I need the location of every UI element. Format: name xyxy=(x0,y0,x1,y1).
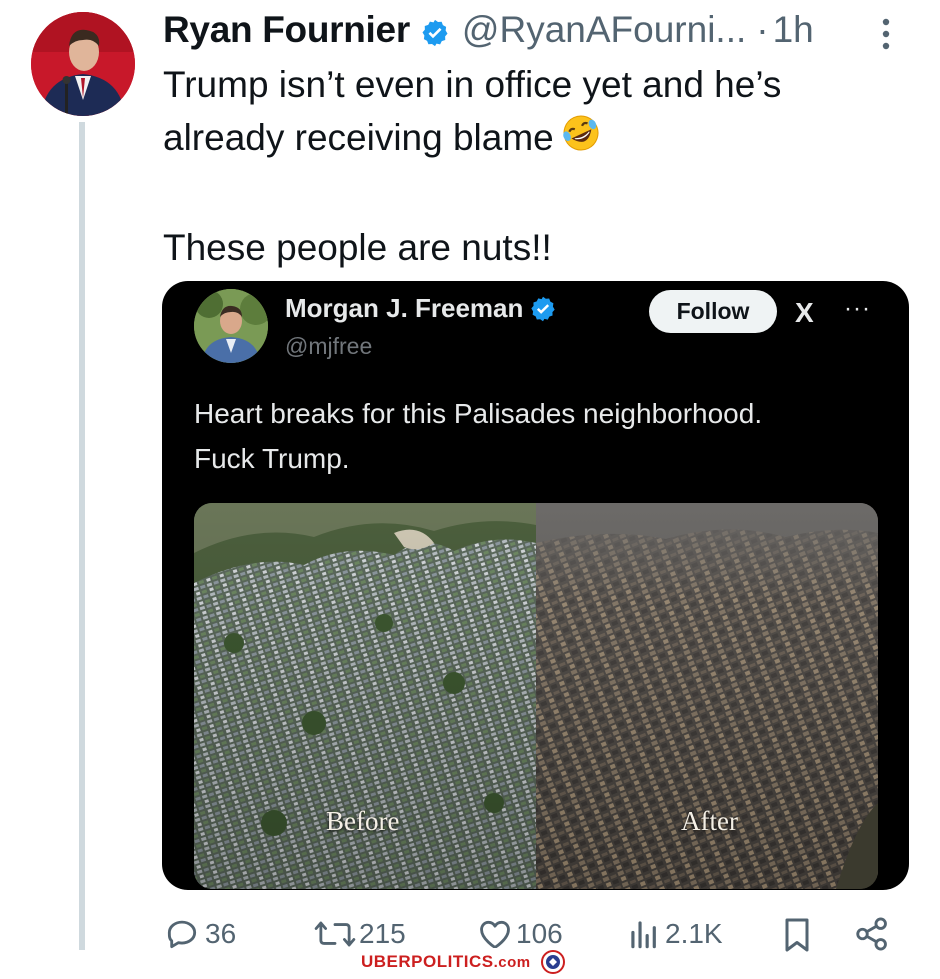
views-button[interactable]: 2.1K xyxy=(625,915,723,953)
author-avatar[interactable] xyxy=(31,12,135,116)
bookmark-button[interactable] xyxy=(780,915,814,955)
watermark-name: UBERPOLITICS xyxy=(361,951,494,971)
views-count: 2.1K xyxy=(665,918,723,949)
author-handle[interactable]: @RyanAFourni... xyxy=(462,9,746,51)
quoted-author-name-row: Morgan J. Freeman xyxy=(285,293,557,324)
quoted-text-line: Fuck Trump. xyxy=(194,443,350,474)
post-header: Ryan Fournier @RyanAFourni... · 1h xyxy=(163,6,814,54)
follow-button: Follow xyxy=(649,290,777,333)
repost-count: 215 xyxy=(359,918,406,949)
bookmark-icon xyxy=(780,915,814,955)
reply-button[interactable]: 36 xyxy=(163,915,236,953)
reply-icon xyxy=(163,915,201,953)
rolling-on-floor-laughing-emoji-icon xyxy=(560,112,602,168)
quoted-post-card[interactable]: Morgan J. Freeman @mjfree Follow X ··· H… xyxy=(162,281,909,890)
author-name[interactable]: Ryan Fournier xyxy=(163,9,410,51)
share-icon xyxy=(853,915,891,953)
site-watermark: UBERPOLITICS.com xyxy=(361,948,590,975)
post-text-line: already receiving blame xyxy=(163,117,554,158)
watermark-text: UBERPOLITICS.com xyxy=(361,952,531,972)
quoted-more-icon: ··· xyxy=(844,295,871,322)
verified-badge-icon xyxy=(420,15,450,47)
x-logo-icon: X xyxy=(795,297,814,328)
quoted-text-line: Heart breaks for this Palisades neighbor… xyxy=(194,398,763,429)
repost-icon xyxy=(313,915,357,953)
quoted-photos: Before After xyxy=(194,503,878,889)
post-text-line: Trump isn’t even in office yet and he’s xyxy=(163,64,782,105)
verified-badge-icon xyxy=(529,295,557,323)
separator: · xyxy=(756,9,769,50)
quoted-author-name: Morgan J. Freeman xyxy=(285,293,524,323)
share-button[interactable] xyxy=(853,915,891,953)
thread-line xyxy=(79,122,85,950)
quoted-post-text: Heart breaks for this Palisades neighbor… xyxy=(194,391,884,481)
like-count: 106 xyxy=(516,918,563,949)
seal-logo-icon xyxy=(540,949,565,974)
after-label: After xyxy=(681,806,738,836)
before-photo: Before xyxy=(194,503,536,889)
watermark-suffix: .com xyxy=(493,953,531,971)
quoted-author-handle: @mjfree xyxy=(285,333,373,359)
quoted-author-avatar xyxy=(194,289,268,363)
post-text: Trump isn’t even in office yet and he’s … xyxy=(163,58,913,274)
before-label: Before xyxy=(326,806,400,836)
after-photo: After xyxy=(536,503,878,889)
post-text-line: These people are nuts!! xyxy=(163,227,552,269)
views-chart-icon xyxy=(625,915,663,953)
post-time[interactable]: 1h xyxy=(773,9,814,51)
more-options-icon[interactable] xyxy=(876,14,896,54)
reply-count: 36 xyxy=(205,918,237,949)
